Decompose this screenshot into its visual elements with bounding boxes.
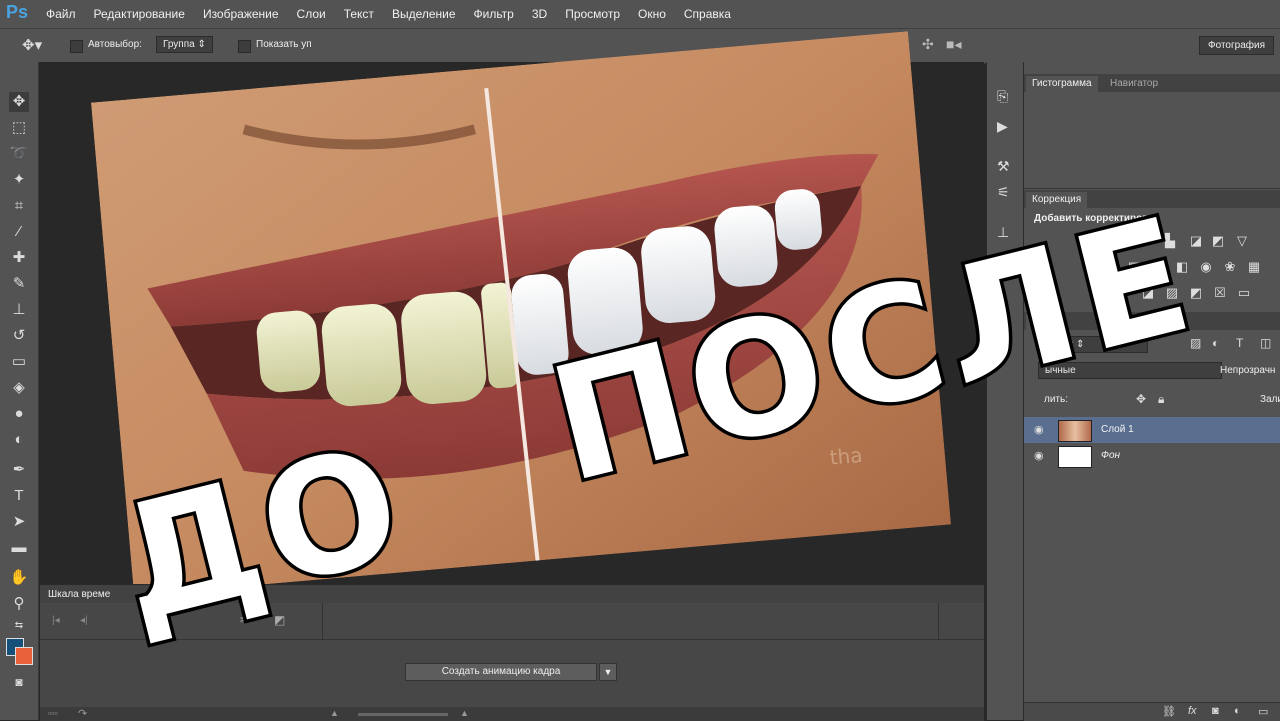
tab-navigator[interactable]: Навигатор [1104, 76, 1164, 92]
history-panel-icon[interactable]: ⎘ [997, 88, 1008, 105]
menu-edit[interactable]: Редактирование [94, 7, 185, 21]
workspace-button[interactable]: Фотография [1199, 36, 1274, 55]
crop-tool-icon[interactable]: ⌗ [9, 196, 29, 216]
timeline-title[interactable]: Шкала време [48, 589, 110, 600]
3d-slide-icon[interactable]: ✣ [922, 36, 934, 53]
link-layers-icon[interactable]: ⛓ [1162, 705, 1176, 718]
move-tool-icon[interactable]: ✥ [9, 92, 29, 112]
convert-icon[interactable]: ↷ [78, 707, 87, 720]
color-lookup-icon[interactable]: ▦ [1246, 260, 1262, 274]
layer-thumbnail [1058, 420, 1092, 442]
eyedropper-tool-icon[interactable]: ⁄ [9, 222, 29, 242]
lock-position-icon[interactable]: ✥ [1136, 392, 1146, 406]
menu-3d[interactable]: 3D [532, 7, 547, 21]
show-controls-checkbox[interactable] [238, 40, 251, 53]
swap-colors-icon[interactable]: ⇆ [9, 616, 29, 636]
3d-camera-icon[interactable]: ■◂ [946, 36, 961, 53]
lock-all-icon[interactable]: 🔒︎ [1158, 392, 1164, 407]
new-adjustment-icon[interactable]: ◐ [1234, 705, 1241, 717]
fx-icon[interactable]: fx [1188, 705, 1197, 717]
autoselect-label: Автовыбор: [88, 39, 142, 50]
actions-play-icon[interactable]: ▶ [997, 118, 1008, 135]
fill-label: Зали [1260, 394, 1280, 405]
zoom-in-icon[interactable]: ▲ [460, 708, 469, 718]
magic-wand-tool-icon[interactable]: ✦ [9, 170, 29, 190]
path-selection-tool-icon[interactable]: ➤ [9, 512, 29, 532]
zoom-out-icon[interactable]: ▲ [330, 708, 339, 718]
marquee-tool-icon[interactable]: ⬚ [9, 118, 29, 138]
layer-name[interactable]: Фон [1101, 450, 1120, 461]
gradient-map-icon[interactable]: ▭ [1236, 286, 1252, 300]
timeline-zoom-slider[interactable] [358, 713, 448, 716]
brush-tool-icon[interactable]: ✎ [9, 274, 29, 294]
move-tool-preset-icon[interactable]: ✥▾ [22, 36, 42, 54]
curves-icon[interactable]: ◪ [1188, 234, 1204, 248]
layer-row-background[interactable]: ◉ Фон [1024, 443, 1280, 469]
tool-presets-icon[interactable]: ⚒ [997, 158, 1010, 175]
visibility-eye-icon[interactable]: ◉ [1034, 449, 1044, 462]
eraser-tool-icon[interactable]: ▭ [9, 352, 29, 372]
visibility-eye-icon[interactable]: ◉ [1034, 423, 1044, 436]
filter-adjustment-icon[interactable]: ◐ [1212, 336, 1219, 350]
app-logo[interactable]: Ps [6, 2, 28, 23]
menu-layers[interactable]: Слои [297, 7, 326, 21]
filter-shape-icon[interactable]: ◫ [1260, 336, 1271, 350]
frame-grid-icon[interactable]: ▫▫▫ [48, 708, 58, 718]
background-color-swatch[interactable] [15, 647, 33, 665]
create-frame-animation-button[interactable]: Создать анимацию кадра [405, 663, 597, 681]
layer-name[interactable]: Слой 1 [1101, 424, 1134, 435]
vibrance-icon[interactable]: ▽ [1234, 234, 1250, 248]
histogram-tab-row: Гистограмма Навигатор [1024, 74, 1280, 92]
opacity-label: Непрозрачн [1220, 365, 1276, 376]
previous-frame-icon[interactable]: ◂| [80, 615, 88, 626]
filter-type-icon[interactable]: T [1236, 336, 1243, 350]
lasso-tool-icon[interactable]: ➰ [9, 144, 29, 164]
healing-brush-tool-icon[interactable]: ✚ [9, 248, 29, 268]
main-menu: Файл Редактирование Изображение Слои Тек… [46, 0, 749, 28]
tab-histogram[interactable]: Гистограмма [1026, 76, 1098, 92]
menu-file[interactable]: Файл [46, 7, 76, 21]
layer-row-selected[interactable]: ◉ Слой 1 [1024, 417, 1280, 443]
show-controls-label: Показать уп [256, 39, 312, 50]
paint-bucket-tool-icon[interactable]: ◈ [9, 378, 29, 398]
menu-select[interactable]: Выделение [392, 7, 456, 21]
menu-help[interactable]: Справка [684, 7, 731, 21]
histogram-area [1024, 92, 1280, 189]
photo-filter-icon[interactable]: ◉ [1198, 260, 1214, 274]
pen-tool-icon[interactable]: ✒ [9, 460, 29, 480]
menu-type[interactable]: Текст [344, 7, 374, 21]
autoselect-checkbox[interactable] [70, 40, 83, 53]
quick-mask-icon[interactable]: ◙ [9, 672, 29, 692]
blur-tool-icon[interactable]: ● [9, 404, 29, 424]
animation-type-dropdown[interactable]: ▼ [599, 663, 617, 681]
brush-presets-icon[interactable]: ⚟ [997, 184, 1010, 201]
autoselect-select[interactable]: Группа ⇕ [156, 36, 213, 53]
menu-image[interactable]: Изображение [203, 7, 279, 21]
menu-filter[interactable]: Фильтр [474, 7, 514, 21]
menu-view[interactable]: Просмотр [565, 7, 620, 21]
new-group-icon[interactable]: ▭ [1258, 705, 1268, 718]
zoom-tool-icon[interactable]: ⚲ [9, 594, 29, 614]
dodge-tool-icon[interactable]: ◐ [9, 430, 29, 450]
menu-window[interactable]: Окно [638, 7, 666, 21]
history-brush-tool-icon[interactable]: ↺ [9, 326, 29, 346]
layer-thumbnail [1058, 446, 1092, 468]
go-to-first-frame-icon[interactable]: |◂ [52, 615, 60, 626]
type-tool-icon[interactable]: T [9, 486, 29, 506]
stamp-tool-icon[interactable]: ⊥ [9, 300, 29, 320]
exposure-icon[interactable]: ◩ [1210, 234, 1226, 248]
layers-footer: ⛓ fx ◙ ◐ ▭ [1024, 702, 1280, 721]
hand-tool-icon[interactable]: ✋ [9, 568, 29, 588]
add-mask-icon[interactable]: ◙ [1212, 705, 1219, 717]
shape-tool-icon[interactable]: ▬ [9, 538, 29, 558]
selective-color-icon[interactable]: ☒ [1212, 286, 1228, 300]
tools-panel: ✥ ⬚ ➰ ✦ ⌗ ⁄ ✚ ✎ ⊥ ↺ ▭ ◈ ● ◐ ✒ T ➤ ▬ ✋ ⚲ … [0, 62, 39, 720]
channel-mixer-icon[interactable]: ❀ [1222, 260, 1238, 274]
